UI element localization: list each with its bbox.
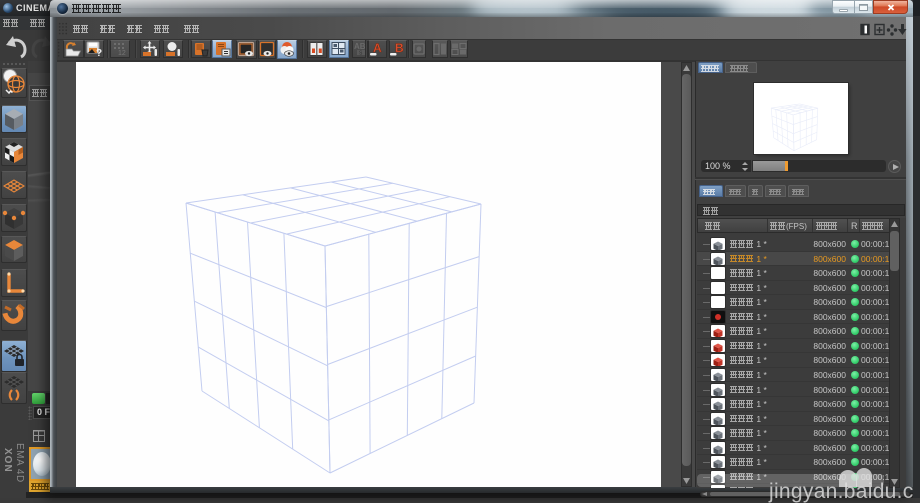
svg-text:A: A [373,41,382,55]
svg-text:B: B [395,41,404,55]
svg-text:?: ? [96,48,102,57]
svg-text:12: 12 [118,50,126,57]
